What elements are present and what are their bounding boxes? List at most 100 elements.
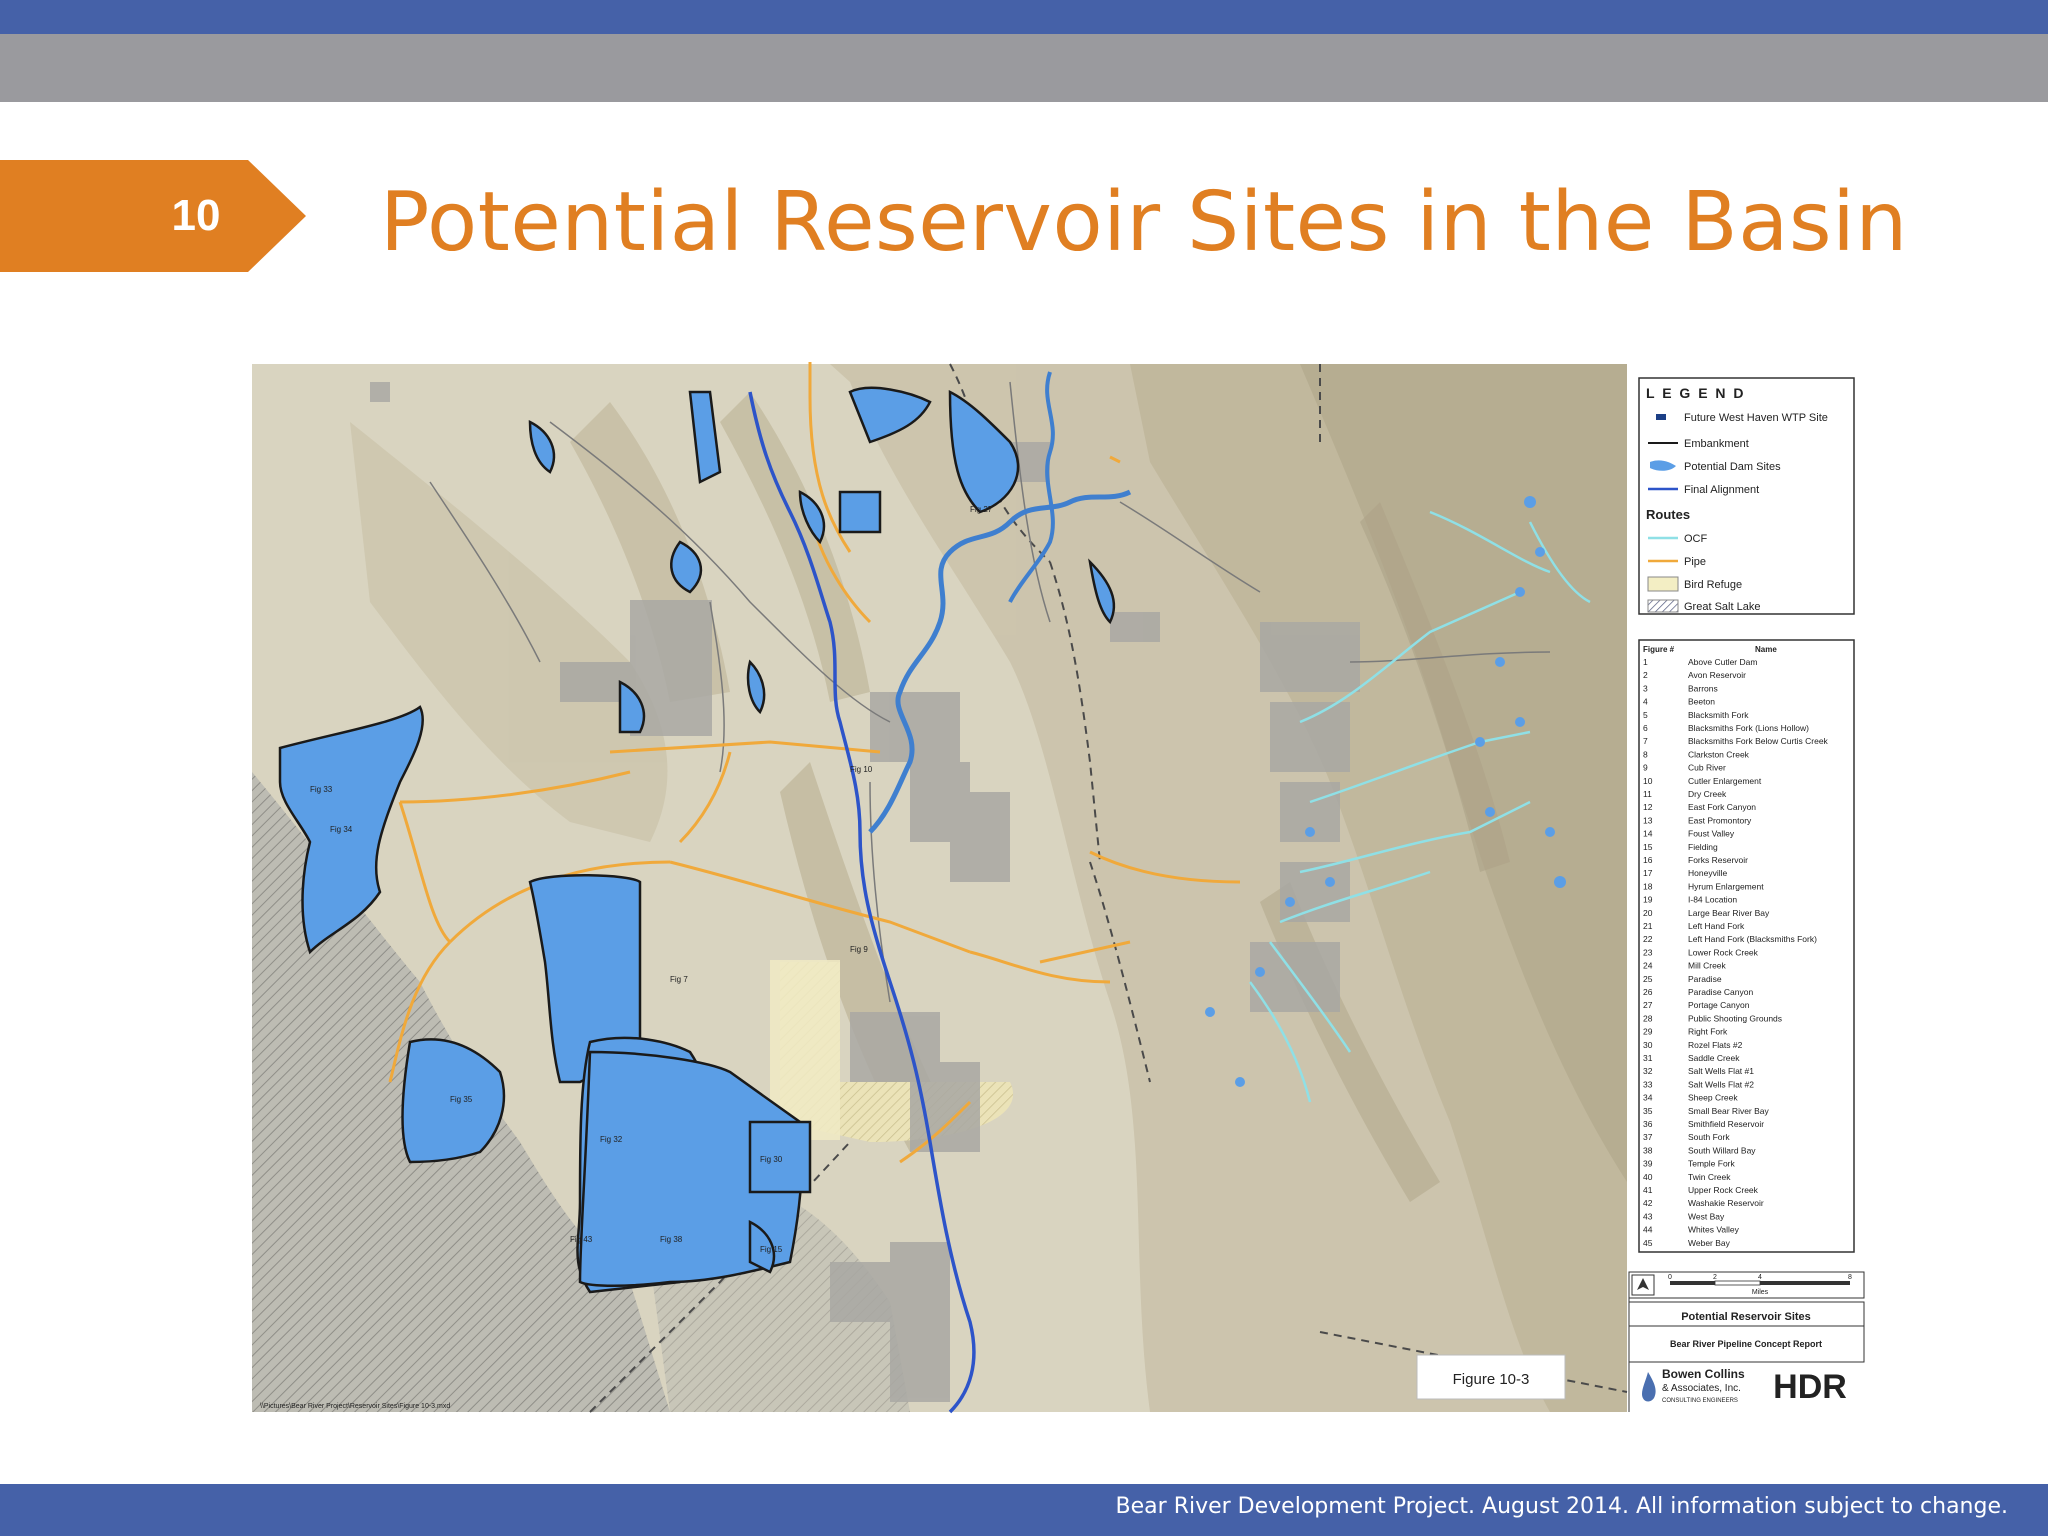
great-salt-lake-swatch xyxy=(1647,599,1679,613)
company-tagline: CONSULTING ENGINEERS xyxy=(1662,1398,1738,1404)
scale-seg-2 xyxy=(1714,1280,1761,1286)
figure-name: Foust Valley xyxy=(1688,829,1735,839)
figure-name: Small Bear River Bay xyxy=(1688,1106,1770,1116)
figure-number: 28 xyxy=(1643,1013,1653,1023)
legend-item-embankment: Embankment xyxy=(1684,438,1749,450)
figure-number: 30 xyxy=(1643,1040,1653,1050)
figure-name: Forks Reservoir xyxy=(1688,855,1748,865)
figure-name: Salt Wells Flat #2 xyxy=(1688,1079,1754,1089)
figure-number: 6 xyxy=(1643,723,1648,733)
figure-number: 14 xyxy=(1643,829,1653,839)
figure-name: Paradise xyxy=(1688,974,1722,984)
figure-number: 31 xyxy=(1643,1053,1653,1063)
figure-name: Washakie Reservoir xyxy=(1688,1198,1764,1208)
figure-name: Whites Valley xyxy=(1688,1225,1740,1235)
figure-number: 24 xyxy=(1643,961,1653,971)
figure-number: 20 xyxy=(1643,908,1653,918)
figure-name: Sheep Creek xyxy=(1688,1093,1738,1103)
figure-number: 33 xyxy=(1643,1079,1653,1089)
scale-tick-4: 4 xyxy=(1758,1274,1762,1281)
figure-name: Weber Bay xyxy=(1688,1238,1731,1248)
figure-number: 32 xyxy=(1643,1066,1653,1076)
figure-name: South Fork xyxy=(1688,1132,1730,1142)
wtp-site-swatch xyxy=(1656,414,1666,420)
figure-number: 29 xyxy=(1643,1027,1653,1037)
figure-number: 38 xyxy=(1643,1145,1653,1155)
bird-refuge-swatch xyxy=(1647,576,1679,592)
figure-number: 27 xyxy=(1643,1000,1653,1010)
legend-route-great-salt-lake: Great Salt Lake xyxy=(1684,601,1760,613)
figure-number: 3 xyxy=(1643,683,1648,693)
reservoir-sites-map: Fig 10 Fig 9 Fig 27 Fig 7 Fig 32 Fig 43 Fig… xyxy=(250,362,1866,1414)
figure-name: Smithfield Reservoir xyxy=(1688,1119,1764,1129)
title-block-title: Potential Reservoir Sites xyxy=(1681,1311,1811,1323)
figure-number: 41 xyxy=(1643,1185,1653,1195)
figure-name: Clarkston Creek xyxy=(1688,749,1750,759)
slide-number: 10 xyxy=(171,191,221,240)
scale-unit-label: Miles xyxy=(1752,1289,1769,1296)
figure-number: 18 xyxy=(1643,881,1653,891)
figure-name: Rozel Flats #2 xyxy=(1688,1040,1743,1050)
figure-number: 36 xyxy=(1643,1119,1653,1129)
figure-number: 7 xyxy=(1643,736,1648,746)
figure-number: 45 xyxy=(1643,1238,1653,1248)
svg-text:Fig 34: Fig 34 xyxy=(330,825,353,834)
figure-number: 8 xyxy=(1643,749,1648,759)
figure-number: 43 xyxy=(1643,1211,1653,1221)
figure-label: Figure 10-3 xyxy=(1453,1371,1530,1388)
hdr-logo: HDR xyxy=(1773,1368,1847,1406)
figure-number: 26 xyxy=(1643,987,1653,997)
svg-text:Fig 32: Fig 32 xyxy=(600,1135,623,1144)
figure-table-col-name: Name xyxy=(1755,645,1777,654)
figure-number: 22 xyxy=(1643,934,1653,944)
title-block-subtitle: Bear River Pipeline Concept Report xyxy=(1670,1339,1822,1349)
legend-item-dam-sites: Potential Dam Sites xyxy=(1684,461,1781,473)
figure-number: 15 xyxy=(1643,842,1653,852)
scale-tick-2: 2 xyxy=(1713,1274,1717,1281)
top-accent-bar xyxy=(0,0,2048,34)
figure-number: 1 xyxy=(1643,657,1648,667)
figure-name: Left Hand Fork xyxy=(1688,921,1745,931)
figure-number: 4 xyxy=(1643,697,1648,707)
figure-name: Blacksmiths Fork (Lions Hollow) xyxy=(1688,723,1809,733)
scale-tick-8: 8 xyxy=(1848,1274,1852,1281)
header-grey-bar xyxy=(0,34,2048,102)
figure-number: 34 xyxy=(1643,1093,1653,1103)
figure-name: Fielding xyxy=(1688,842,1718,852)
file-path-note: \\Pictures\Bear River Project\Reservoir … xyxy=(260,1403,450,1410)
figure-number: 42 xyxy=(1643,1198,1653,1208)
company-name-line2: & Associates, Inc. xyxy=(1662,1383,1741,1394)
legend-route-pipe: Pipe xyxy=(1684,556,1706,568)
figure-name: Honeyville xyxy=(1688,868,1727,878)
figure-number: 11 xyxy=(1643,789,1652,799)
svg-text:Fig 27: Fig 27 xyxy=(970,505,993,514)
legend-routes-heading: Routes xyxy=(1646,507,1690,522)
figure-name: Paradise Canyon xyxy=(1688,987,1753,997)
svg-text:Fig 10: Fig 10 xyxy=(850,765,873,774)
figure-name: Barrons xyxy=(1688,683,1718,693)
company-name-line1: Bowen Collins xyxy=(1662,1367,1745,1381)
figure-table-col-figure: Figure # xyxy=(1643,645,1675,654)
footer-disclaimer: Bear River Development Project. August 2… xyxy=(1115,1494,2008,1519)
svg-text:Fig 30: Fig 30 xyxy=(760,1155,783,1164)
figure-name: Upper Rock Creek xyxy=(1688,1185,1759,1195)
scale-seg-1 xyxy=(1670,1281,1715,1285)
figure-number: 12 xyxy=(1643,802,1653,812)
figure-number: 39 xyxy=(1643,1159,1653,1169)
figure-name: Cub River xyxy=(1688,763,1726,773)
figure-name: West Bay xyxy=(1688,1211,1725,1221)
figure-name: Mill Creek xyxy=(1688,961,1727,971)
svg-text:Fig 33: Fig 33 xyxy=(310,785,333,794)
svg-text:Fig 7: Fig 7 xyxy=(670,975,688,984)
figure-name: Temple Fork xyxy=(1688,1159,1736,1169)
scale-seg-3 xyxy=(1760,1281,1850,1285)
svg-text:Fig 9: Fig 9 xyxy=(850,945,868,954)
figure-name: Right Fork xyxy=(1688,1027,1728,1037)
figure-name: East Promontory xyxy=(1688,815,1752,825)
legend-item-final-alignment: Final Alignment xyxy=(1684,484,1759,496)
figure-number: 16 xyxy=(1643,855,1653,865)
figure-number: 35 xyxy=(1643,1106,1653,1116)
figure-number: 23 xyxy=(1643,947,1653,957)
north-arrow-icon xyxy=(1631,1274,1655,1296)
legend-route-ocf: OCF xyxy=(1684,533,1708,545)
